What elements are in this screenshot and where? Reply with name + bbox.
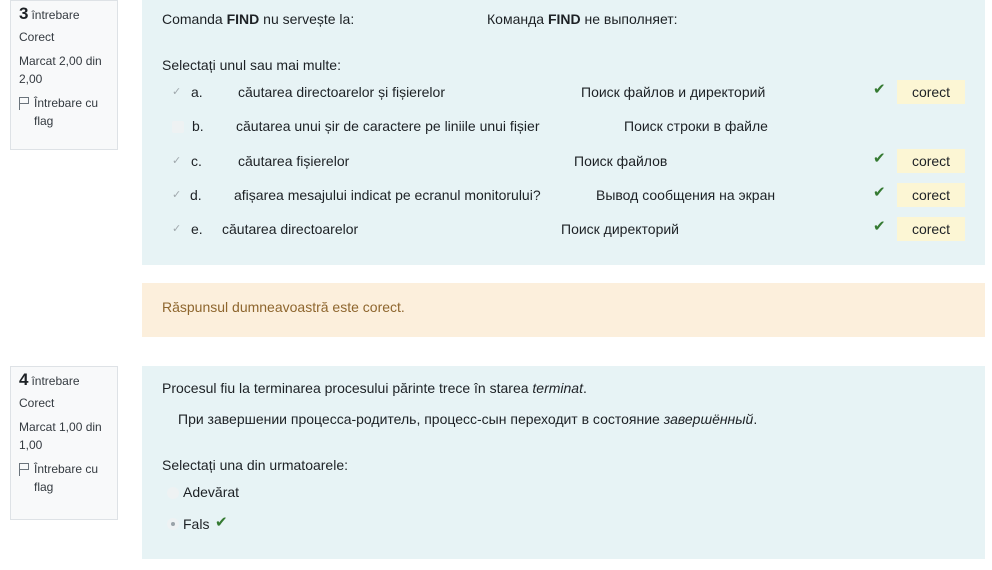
select-instruction: Selectați unul sau mai multe: — [162, 57, 341, 73]
flag-label: Întrebare cu flag — [34, 96, 99, 128]
flag-icon — [19, 463, 30, 476]
flag-question-link[interactable]: Întrebare cu flag — [19, 94, 109, 130]
general-feedback: Răspunsul dumneavoastră este corect. — [142, 283, 985, 337]
question-info-4: 4 întrebare Corect Marcat 1,00 din 1,00 … — [10, 366, 118, 520]
checkbox-checked[interactable]: ✓ — [172, 188, 182, 201]
question-text-ru: Команда FIND не выполняет: — [487, 11, 678, 27]
option-text-ro: căutarea directoarelor și fișierelor — [238, 84, 445, 100]
option-letter: b. — [192, 118, 204, 134]
question-state: Corect — [19, 30, 55, 44]
option-label: Fals — [183, 516, 210, 532]
option-text-ru: Поиск файлов — [574, 153, 668, 169]
option-label: Adevărat — [183, 484, 240, 500]
option-letter: a. — [191, 84, 203, 100]
question-number: 4 întrebare — [19, 371, 109, 390]
select-instruction: Selectați una din urmatoarele: — [162, 457, 348, 473]
check-icon: ✔ — [215, 514, 228, 531]
question-word: întrebare — [31, 374, 80, 388]
radio-button[interactable] — [167, 487, 179, 499]
question-grade: Marcat 1,00 din 1,00 — [19, 420, 102, 452]
question-text-ro: Procesul fiu la terminarea procesului pă… — [162, 380, 587, 396]
option-letter: d. — [190, 187, 202, 203]
correct-badge: corect — [897, 183, 965, 207]
option-text-ro: căutarea directoarelor — [222, 221, 359, 237]
correct-badge: corect — [897, 149, 965, 173]
option-text-ru: Вывод сообщения на экран — [596, 187, 776, 203]
check-icon: ✔ — [873, 81, 886, 98]
option-text-ro: căutarea unui șir de caractere pe liniil… — [236, 118, 540, 134]
option-letter: e. — [191, 221, 203, 237]
question-state: Corect — [19, 396, 55, 410]
radio-button-selected[interactable] — [167, 518, 179, 530]
flag-icon — [19, 97, 30, 110]
check-icon: ✔ — [873, 218, 886, 235]
question-grade: Marcat 2,00 din 2,00 — [19, 54, 102, 86]
check-icon: ✔ — [873, 150, 886, 167]
question-text-ro: Comanda FIND nu servește la: — [162, 11, 355, 27]
option-letter: c. — [191, 153, 202, 169]
checkbox-checked[interactable]: ✓ — [172, 222, 182, 235]
flag-label: Întrebare cu flag — [34, 462, 99, 494]
question-number-value: 3 — [19, 4, 29, 23]
question-content-3: Comanda FIND nu servește la: Команда FIN… — [142, 0, 985, 265]
question-word: întrebare — [31, 8, 80, 22]
checkbox-checked[interactable]: ✓ — [172, 85, 182, 98]
option-text-ro: afișarea mesajului indicat pe ecranul mo… — [234, 187, 541, 203]
checkbox-checked[interactable]: ✓ — [172, 154, 182, 167]
check-icon: ✔ — [873, 184, 886, 201]
question-number-value: 4 — [19, 370, 29, 389]
option-text-ru: Поиск файлов и директорий — [581, 84, 766, 100]
question-number: 3 întrebare — [19, 5, 109, 24]
correct-badge: corect — [897, 80, 965, 104]
checkbox-unchecked[interactable] — [172, 121, 184, 133]
question-info-3: 3 întrebare Corect Marcat 2,00 din 2,00 … — [10, 0, 118, 150]
option-text-ro: căutarea fișierelor — [238, 153, 350, 169]
correct-badge: corect — [897, 217, 965, 241]
question-text-ru: При завершении процесса-родитель, процес… — [178, 411, 758, 427]
option-text-ru: Поиск строки в файле — [624, 118, 768, 134]
question-content-4: Procesul fiu la terminarea procesului pă… — [142, 366, 985, 559]
flag-question-link[interactable]: Întrebare cu flag — [19, 460, 109, 496]
option-text-ru: Поиск директорий — [561, 221, 679, 237]
